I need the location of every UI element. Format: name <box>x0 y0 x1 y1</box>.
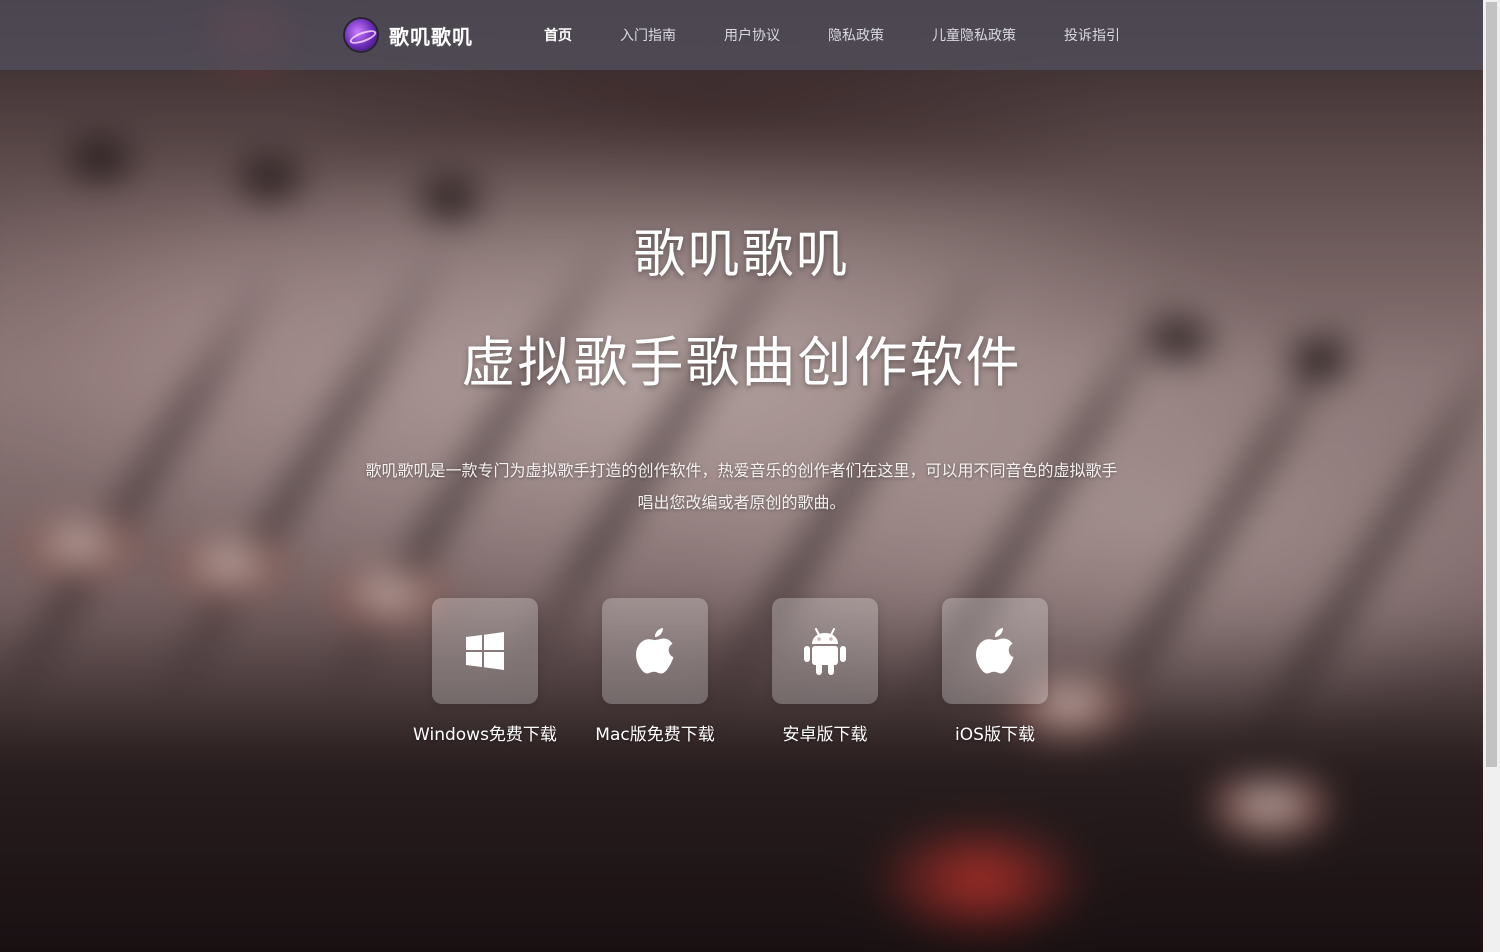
mac-download-label: Mac版免费下载 <box>595 725 715 745</box>
scrollbar-thumb[interactable] <box>1486 2 1497 767</box>
mac-download-button[interactable]: Mac版免费下载 <box>570 598 740 745</box>
logo-icon <box>345 19 377 51</box>
android-download-label: 安卓版下载 <box>782 725 868 745</box>
android-icon <box>804 628 846 675</box>
ios-download-label: iOS版下载 <box>955 725 1035 745</box>
main-nav: 首页 入门指南 用户协议 隐私政策 儿童隐私政策 投诉指引 <box>520 0 1144 70</box>
android-download-button[interactable]: 安卓版下载 <box>740 598 910 745</box>
apple-icon <box>976 628 1014 674</box>
logo-text: 歌叽歌叽 <box>389 24 473 49</box>
android-download-tile[interactable] <box>772 598 878 704</box>
hero-title: 歌叽歌叽 <box>633 225 850 285</box>
page-scrollbar[interactable] <box>1483 0 1500 952</box>
hero-subtitle: 虚拟歌手歌曲创作软件 <box>461 331 1022 394</box>
page: 歌叽歌叽 首页 入门指南 用户协议 隐私政策 儿童隐私政策 投诉指引 歌叽歌叽 … <box>0 0 1500 952</box>
ios-download-tile[interactable] <box>942 598 1048 704</box>
site-logo[interactable]: 歌叽歌叽 <box>345 18 473 52</box>
nav-item-complaint-guide[interactable]: 投诉指引 <box>1064 25 1120 45</box>
windows-download-tile[interactable] <box>432 598 538 704</box>
hero-description: 歌叽歌叽是一款专门为虚拟歌手打造的创作软件，热爱音乐的创作者们在这里，可以用不同… <box>365 461 1118 512</box>
windows-icon <box>466 632 504 670</box>
windows-download-button[interactable]: Windows免费下载 <box>400 598 570 745</box>
ios-download-button[interactable]: iOS版下载 <box>910 598 1080 745</box>
download-buttons: Windows免费下载 Mac版免费下载 安卓版下载 iOS版下载 <box>400 598 1080 758</box>
top-navbar: 歌叽歌叽 首页 入门指南 用户协议 隐私政策 儿童隐私政策 投诉指引 <box>0 0 1483 70</box>
nav-item-getting-started[interactable]: 入门指南 <box>620 25 676 45</box>
nav-item-children-privacy[interactable]: 儿童隐私政策 <box>932 25 1016 45</box>
nav-item-privacy-policy[interactable]: 隐私政策 <box>828 25 884 45</box>
mac-download-tile[interactable] <box>602 598 708 704</box>
nav-item-user-agreement[interactable]: 用户协议 <box>724 25 780 45</box>
nav-item-home[interactable]: 首页 <box>544 25 572 45</box>
apple-icon <box>636 628 674 674</box>
windows-download-label: Windows免费下载 <box>413 725 557 745</box>
